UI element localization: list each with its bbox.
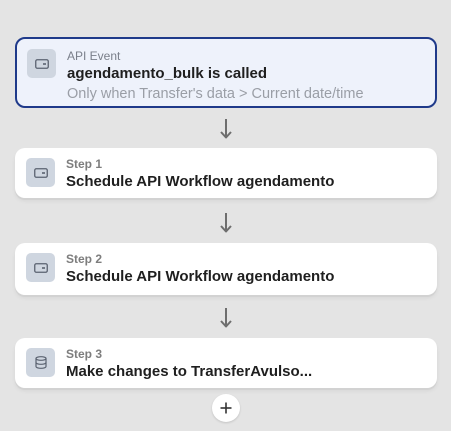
step-title: Schedule API Workflow agendamento <box>66 173 335 190</box>
event-condition: Only when Transfer's data > Current date… <box>67 86 364 102</box>
step-card-text: Step 3 Make changes to TransferAvulso... <box>66 347 427 381</box>
step-kicker: Step 1 <box>66 157 103 171</box>
step-title: Schedule API Workflow agendamento <box>66 268 335 285</box>
event-title: agendamento_bulk is called <box>67 65 268 82</box>
step-card-text: Step 2 Schedule API Workflow agendamento <box>66 252 427 286</box>
event-card-text: API Event agendamento_bulk is called Onl… <box>67 49 425 104</box>
api-icon <box>26 253 55 282</box>
step-kicker: Step 2 <box>66 252 103 266</box>
event-card-api-event[interactable]: API Event agendamento_bulk is called Onl… <box>15 37 437 108</box>
step-card-text: Step 1 Schedule API Workflow agendamento <box>66 157 427 191</box>
api-icon <box>27 49 56 78</box>
flow-arrow-down-icon <box>219 307 233 334</box>
step-card-1[interactable]: Step 1 Schedule API Workflow agendamento <box>15 148 437 198</box>
step-title: Make changes to TransferAvulso... <box>66 363 313 380</box>
step-card-3[interactable]: Step 3 Make changes to TransferAvulso... <box>15 338 437 388</box>
database-icon <box>26 348 55 377</box>
step-card-2[interactable]: Step 2 Schedule API Workflow agendamento <box>15 243 437 295</box>
add-step-button[interactable] <box>212 394 240 422</box>
plus-icon <box>220 402 232 414</box>
api-icon <box>26 158 55 187</box>
flow-arrow-down-icon <box>219 118 233 145</box>
step-kicker: Step 3 <box>66 347 103 361</box>
event-kicker: API Event <box>67 49 121 63</box>
workflow-canvas: API Event agendamento_bulk is called Onl… <box>0 0 451 431</box>
flow-arrow-down-icon <box>219 212 233 239</box>
